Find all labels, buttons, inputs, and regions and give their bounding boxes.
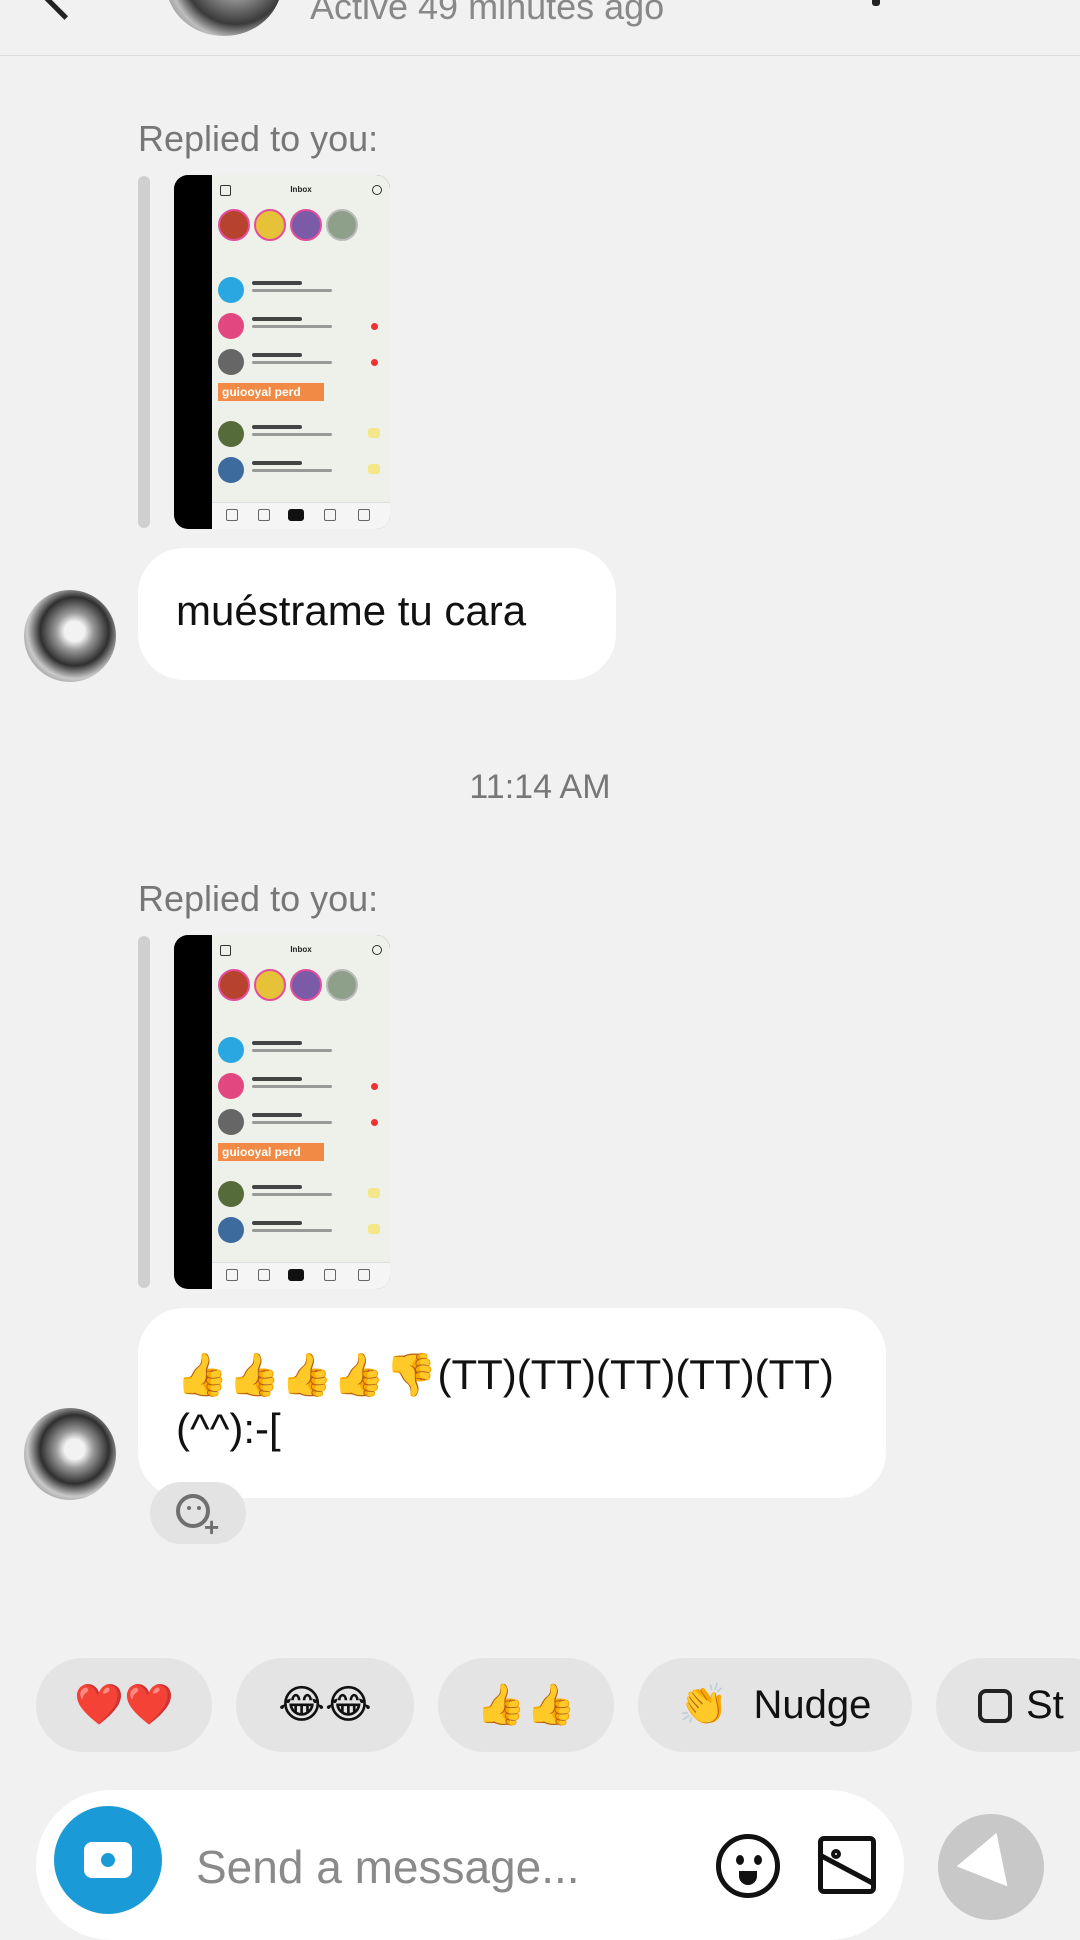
thumbnail-tabbar [212,502,390,529]
thumbnail-row [218,311,384,341]
thumbnail-story [254,209,286,241]
thumbnail-story [218,209,250,241]
thumbnail-overlay-text: guiooyal perd [218,1143,324,1161]
plus-icon: + [204,1512,220,1542]
active-status: Active 49 minutes ago [310,0,665,27]
sender-avatar[interactable] [24,1408,116,1500]
message-bubble[interactable]: 👍👍👍👍👎(TT)(TT)(TT)(TT)(TT)(^^):-[ [138,1308,886,1498]
thumbnail-row [218,1215,384,1245]
thumbnail-story [326,969,358,1001]
thumbnail-topbar: Inbox [212,945,390,961]
message-input[interactable] [196,1822,696,1912]
message-bubble[interactable]: muéstrame tu cara [138,548,616,680]
thumbnail-row [218,1035,384,1065]
back-arrow-icon[interactable] [41,0,88,20]
thumbnail-row [218,1071,384,1101]
sticker-icon [978,1689,1012,1723]
thumbnail-compose-icon [220,185,231,196]
replied-screenshot-thumbnail[interactable]: Inbox guiooyal perd [174,935,390,1289]
thumbnail-row [218,347,384,377]
clap-icon: 👏 [678,1683,729,1727]
thumbnail-compose-icon [220,945,231,956]
emoji-icon[interactable] [716,1834,780,1898]
camera-lens-icon [98,1850,118,1870]
thumbnail-screen: Inbox [212,935,390,1289]
thumbnail-stories [218,969,386,1009]
message-text: muéstrame tu cara [176,587,527,634]
video-call-icon[interactable] [872,0,880,6]
thumbnail-story [254,969,286,1001]
reply-label: Replied to you: [138,878,379,919]
thumbnail-title: Inbox [290,185,312,194]
timestamp-separator: 11:14 AM [469,768,611,806]
nudge-label: Nudge [753,1683,872,1727]
thumbnail-story [290,969,322,1001]
quick-reply-laughing[interactable]: 😂😂 [236,1658,414,1752]
reply-label: Replied to you: [138,118,379,159]
sticker-label: St [1026,1683,1064,1727]
quick-reply-hearts[interactable]: ❤️❤️ [36,1658,212,1752]
chat-header: Active 49 minutes ago [0,0,1080,56]
thumbnail-story [326,209,358,241]
sender-avatar[interactable] [24,590,116,682]
thumbnail-story [290,209,322,241]
add-reaction-button[interactable]: + [150,1482,246,1544]
replied-screenshot-thumbnail[interactable]: Inbox guiooyal perd [174,175,390,529]
quick-reply-nudge[interactable]: 👏 Nudge [638,1658,912,1752]
thumbnail-stories [218,209,386,249]
thumbnail-screen: Inbox [212,175,390,529]
thumbnail-story [218,969,250,1001]
thumbnail-row [218,419,384,449]
thumbnail-search-icon [372,945,382,955]
thumbnail-row [218,1107,384,1137]
gallery-icon[interactable] [818,1836,876,1894]
message-text: 👍👍👍👍👎(TT)(TT)(TT)(TT)(TT)(^^):-[ [176,1351,834,1452]
camera-button[interactable] [54,1806,162,1914]
send-arrow-icon [956,1832,1028,1904]
quick-reply-sticker[interactable]: St [936,1658,1080,1752]
thumbnail-row [218,455,384,485]
thumbnail-search-icon [372,185,382,195]
thumbnail-row [218,1179,384,1209]
thumbnail-row [218,275,384,305]
reply-quote-bar [138,936,150,1288]
contact-avatar[interactable] [166,0,282,36]
thumbnail-tabbar [212,1262,390,1289]
reply-quote-bar [138,176,150,528]
thumbnail-title: Inbox [290,945,312,954]
quick-reply-thumbs-up[interactable]: 👍👍 [438,1658,614,1752]
send-button[interactable] [938,1814,1044,1920]
thumbnail-topbar: Inbox [212,185,390,201]
thumbnail-overlay-text: guiooyal perd [218,383,324,401]
